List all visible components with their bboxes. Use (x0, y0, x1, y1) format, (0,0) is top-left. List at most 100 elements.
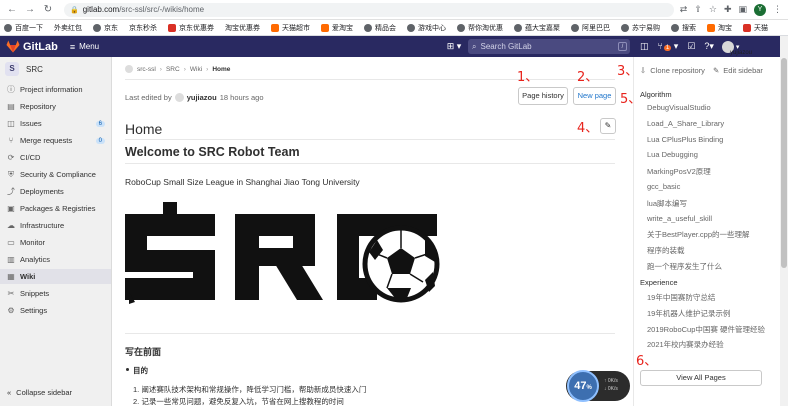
new-page-button[interactable]: New page (573, 87, 616, 105)
merge-icon: ⑂ (8, 135, 14, 145)
wiki-page-link[interactable]: Load_A_Share_Library (647, 119, 724, 128)
project-header[interactable]: S SRC (0, 57, 111, 81)
translate-icon[interactable]: ⇄ (680, 4, 688, 15)
chart-icon: ▥ (7, 254, 15, 264)
bookmark-item[interactable]: 外卖红包 (54, 23, 82, 33)
breadcrumb-current[interactable]: Home (212, 66, 230, 73)
merge-requests-icon[interactable]: ⑂ 1 ▾ (658, 41, 678, 52)
create-new-button[interactable]: ⊞ ▾ (444, 39, 464, 54)
experience-heading[interactable]: Experience (640, 278, 678, 287)
sidebar-item-repository[interactable]: ▤ Repository (0, 99, 111, 114)
url-input[interactable]: 🔒 gitlab.com /src-ssl/src/-/wikis/home (64, 2, 674, 17)
issues-icon[interactable]: ◫ (640, 41, 649, 52)
sidebar-item-deployments[interactable]: ⤴ Deployments (0, 184, 111, 199)
edit-page-button[interactable]: ✎ (600, 118, 616, 134)
wiki-page-link[interactable]: DebugVisualStudio (647, 103, 711, 112)
main-menu-button[interactable]: ≡ Menu (70, 42, 99, 52)
back-icon[interactable]: ← (6, 4, 18, 16)
breadcrumb-wiki[interactable]: Wiki (190, 66, 202, 73)
annotation-2: 2、 (577, 70, 599, 85)
wiki-page-link[interactable]: lua脚本编写 (647, 198, 687, 209)
extensions-icon[interactable]: ✚ (724, 4, 732, 15)
edit-sidebar-label: Edit sidebar (723, 66, 763, 75)
page-history-button[interactable]: Page history (518, 87, 568, 105)
sidebar-item-snippets[interactable]: ✂ Snippets (0, 286, 111, 301)
bookmark-item[interactable]: 搜索 (671, 23, 696, 33)
share-icon[interactable]: ⇪ (694, 4, 702, 15)
sidebar-toggle-icon[interactable]: ▣ (738, 4, 747, 15)
clone-repository-link[interactable]: ⇩ Clone repository (640, 66, 705, 75)
last-edited-info: Last edited by yujiazou 18 hours ago (125, 93, 264, 102)
star-icon[interactable]: ☆ (709, 4, 717, 15)
group-avatar (125, 65, 133, 73)
search-icon: ⌕ (472, 41, 477, 51)
bookmark-item[interactable]: 天猫超市 (271, 23, 310, 33)
profile-avatar[interactable]: Y (754, 3, 766, 16)
breadcrumb-project[interactable]: SRC (166, 66, 180, 73)
bookmark-item[interactable]: 淘宝 (707, 23, 732, 33)
wiki-page-link[interactable]: Lua CPlusPlus Binding (647, 135, 723, 144)
bookmark-label: 游戏中心 (418, 24, 446, 32)
sidebar-item-analytics[interactable]: ▥ Analytics (0, 252, 111, 267)
bookmark-item[interactable]: 苏宁易购 (621, 23, 660, 33)
sidebar-item-packages-registries[interactable]: ▣ Packages & Registries (0, 201, 111, 216)
wiki-page-link[interactable]: 跑一个程序发生了什么 (647, 261, 722, 272)
info-icon: ⓘ (7, 84, 15, 94)
wiki-page-link[interactable]: Lua Debugging (647, 150, 698, 159)
sidebar-item-monitor[interactable]: ▭ Monitor (0, 235, 111, 250)
wiki-page-link[interactable]: 19年机器人维护记录示例 (647, 308, 730, 319)
edited-time: 18 hours ago (219, 93, 264, 102)
globe-icon (514, 23, 522, 32)
bookmark-item[interactable]: 京东优惠券 (168, 23, 214, 33)
issues-icon: ◫ (7, 118, 15, 128)
search-input[interactable]: ⌕ Search GitLab / (468, 39, 630, 54)
todo-icon[interactable]: ☑ (687, 41, 695, 52)
bookmark-item[interactable]: 阿里巴巴 (571, 23, 610, 33)
menu-label: Menu (79, 42, 100, 51)
sidebar-item-issues[interactable]: ◫ Issues 6 (0, 116, 111, 131)
wiki-page-link[interactable]: gcc_basic (647, 182, 680, 191)
wiki-page-link[interactable]: 2021年校内赛录办经验 (647, 339, 724, 350)
algorithm-heading[interactable]: Algorithm (640, 90, 672, 99)
gitlab-logo[interactable]: GitLab (6, 40, 58, 53)
bookmark-item[interactable]: 游戏中心 (407, 23, 446, 33)
sidebar-item-infrastructure[interactable]: ☁ Infrastructure (0, 218, 111, 233)
bookmark-item[interactable]: 爱淘宝 (321, 23, 353, 33)
scrollbar-thumb[interactable] (781, 58, 787, 268)
bookmark-item[interactable]: 天猫 (743, 23, 768, 33)
forward-icon[interactable]: → (24, 4, 36, 16)
package-icon: ▣ (7, 203, 15, 213)
collapse-sidebar-button[interactable]: « Collapse sidebar (7, 388, 72, 397)
sidebar-item-merge-requests[interactable]: ⑂ Merge requests 0 (0, 133, 111, 148)
wiki-page-link[interactable]: write_a_useful_skill (647, 214, 712, 223)
help-icon[interactable]: ?▾ (704, 41, 714, 52)
reload-icon[interactable]: ↻ (42, 4, 54, 16)
wiki-page-link[interactable]: 关于BestPlayer.cpp的一些理解 (647, 229, 750, 240)
bookmark-item[interactable]: 百度一下 (4, 23, 43, 33)
wiki-page-link[interactable]: 19年中国赛防守总结 (647, 292, 715, 303)
sidebar-item-wiki[interactable]: ▦ Wiki (0, 269, 111, 284)
sidebar-item-ci-cd[interactable]: ⟳ CI/CD (0, 150, 111, 165)
section-title: 写在前面 (125, 347, 162, 357)
bookmark-item[interactable]: 精品会 (364, 23, 396, 33)
edited-user[interactable]: yujiazou (187, 93, 217, 102)
breadcrumb-group[interactable]: src-ssl (137, 66, 156, 73)
sidebar-item-security-compliance[interactable]: ⛨ Security & Compliance (0, 167, 111, 182)
gitlab-topbar: GitLab ≡ Menu ⊞ ▾ ⌕ Search GitLab / ◫ ⑂ 1… (0, 36, 780, 57)
bookmark-item[interactable]: 淘宝优惠券 (225, 23, 260, 33)
wiki-page-link[interactable]: MarkingPosV2原理 (647, 166, 711, 177)
sidebar-item-project-information[interactable]: ⓘ Project information (0, 82, 111, 97)
edit-sidebar-link[interactable]: ✎ Edit sidebar (713, 66, 763, 75)
sidebar-item-settings[interactable]: ⚙ Settings (0, 303, 111, 318)
bookmark-label: 京东优惠券 (179, 24, 214, 32)
chrome-menu-icon[interactable]: ⋮ (773, 4, 782, 15)
bookmark-item[interactable]: 蕴大宝嘉聚 (514, 23, 560, 33)
sidebar-item-label: Snippets (20, 289, 50, 298)
bookmark-item[interactable]: 帮你淘优惠 (457, 23, 503, 33)
view-all-pages-button[interactable]: View All Pages (640, 370, 762, 386)
wiki-page-link[interactable]: 程序的装载 (647, 245, 685, 256)
wiki-page-link[interactable]: 2019RoboCup中国赛 硬件管理经验 (647, 324, 765, 335)
bookmark-item[interactable]: 京东秒杀 (129, 23, 157, 33)
bookmark-item[interactable]: 京东 (93, 23, 118, 33)
breadcrumb-separator: › (183, 65, 186, 73)
